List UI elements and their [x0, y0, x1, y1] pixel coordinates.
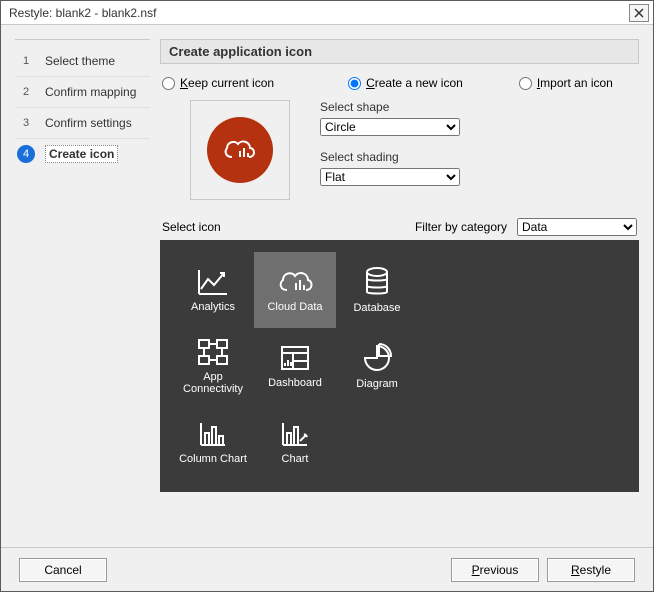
cloud-data-icon [222, 137, 258, 163]
close-button[interactable] [629, 4, 649, 22]
icon-label: Diagram [356, 378, 398, 390]
icon-analytics[interactable]: Analytics [172, 252, 254, 328]
preview-circle [207, 117, 273, 183]
shading-label: Select shading [320, 150, 619, 164]
restyle-button[interactable]: Restyle [547, 558, 635, 582]
icon-label: Dashboard [268, 377, 322, 389]
radio-keep-input[interactable] [162, 77, 175, 90]
icon-label: App Connectivity [183, 371, 243, 395]
radio-keep-current[interactable]: Keep current icon [162, 76, 274, 90]
cancel-button[interactable]: Cancel [19, 558, 107, 582]
step-number: 4 [17, 145, 35, 163]
dialog-footer: Cancel Previous Restyle [1, 547, 653, 591]
icon-mode-radios: Keep current icon Create a new icon Impo… [160, 74, 639, 100]
step-label: Select theme [45, 54, 115, 68]
titlebar: Restyle: blank2 - blank2.nsf [1, 1, 653, 25]
step-create-icon[interactable]: 4 Create icon [15, 139, 150, 169]
step-label: Create icon [45, 145, 118, 163]
icon-column-chart[interactable]: Column Chart [172, 404, 254, 480]
step-label: Confirm settings [45, 116, 132, 130]
section-heading: Create application icon [160, 39, 639, 64]
step-number: 1 [17, 52, 35, 70]
icon-label: Database [353, 302, 400, 314]
step-number: 2 [17, 83, 35, 101]
icon-app-connectivity[interactable]: App Connectivity [172, 328, 254, 404]
icon-dashboard[interactable]: Dashboard [254, 328, 336, 404]
previous-button[interactable]: Previous [451, 558, 539, 582]
main-panel: Create application icon Keep current ico… [160, 39, 639, 533]
icon-preview [190, 100, 290, 200]
step-label: Confirm mapping [45, 85, 136, 99]
shape-label: Select shape [320, 100, 619, 114]
step-select-theme[interactable]: 1 Select theme [15, 46, 150, 77]
radio-import[interactable]: Import an icon [519, 76, 613, 90]
icon-cloud-data[interactable]: Cloud Data [254, 252, 336, 328]
radio-import-input[interactable] [519, 77, 532, 90]
icon-label: Column Chart [179, 453, 247, 465]
icon-diagram[interactable]: Diagram [336, 328, 418, 404]
icon-grid: Analytics Cloud Data Database App Connec… [160, 240, 639, 492]
step-confirm-settings[interactable]: 3 Confirm settings [15, 108, 150, 139]
radio-create-new[interactable]: Create a new icon [348, 76, 463, 90]
window-title: Restyle: blank2 - blank2.nsf [9, 6, 629, 20]
step-confirm-mapping[interactable]: 2 Confirm mapping [15, 77, 150, 108]
radio-create-input[interactable] [348, 77, 361, 90]
step-number: 3 [17, 114, 35, 132]
shading-select[interactable]: Flat [320, 168, 460, 186]
icon-chart[interactable]: Chart [254, 404, 336, 480]
filter-select[interactable]: Data [517, 218, 637, 236]
shape-select[interactable]: Circle [320, 118, 460, 136]
select-icon-label: Select icon [162, 220, 221, 234]
icon-label: Cloud Data [267, 301, 322, 313]
icon-database[interactable]: Database [336, 252, 418, 328]
icon-label: Analytics [191, 301, 235, 313]
icon-label: Chart [282, 453, 309, 465]
dialog-window: Restyle: blank2 - blank2.nsf 1 Select th… [0, 0, 654, 592]
close-icon [634, 8, 644, 18]
wizard-sidebar: 1 Select theme 2 Confirm mapping 3 Confi… [15, 39, 150, 533]
filter-label: Filter by category [415, 220, 507, 234]
